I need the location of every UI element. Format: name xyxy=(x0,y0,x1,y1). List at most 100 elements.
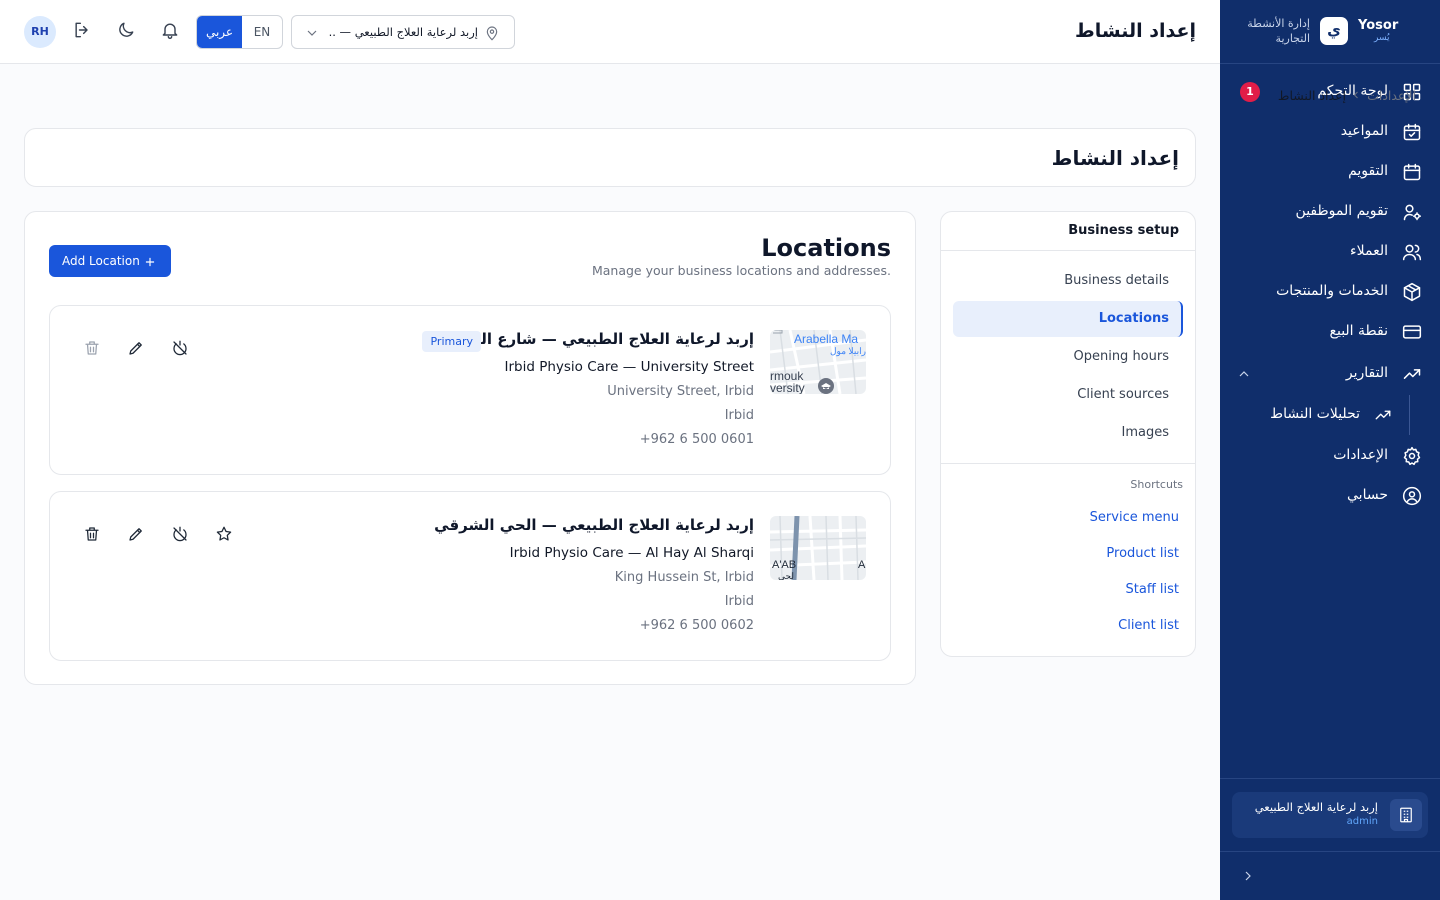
chevron-up-icon[interactable] xyxy=(1236,366,1252,382)
sidebar-item-label: العملاء xyxy=(1350,243,1388,259)
power-off-icon[interactable] xyxy=(171,339,189,357)
business-setup-nav: Business setup Business details Location… xyxy=(940,211,1196,657)
sidebar-item-pos[interactable]: نقطة البيع xyxy=(1220,312,1440,352)
sidebar-item-label: التقويم xyxy=(1348,163,1388,179)
trending-up-icon xyxy=(1402,364,1422,384)
map-thumbnail[interactable]: Arabella Ma ارابيلا مول rmouk versity xyxy=(770,330,866,394)
moon-icon[interactable] xyxy=(116,20,136,40)
setup-item-label: Images xyxy=(1121,425,1170,440)
sidebar-item-settings[interactable]: الإعدادات xyxy=(1220,436,1440,476)
sidebar-item-staff-calendar[interactable]: تقويم الموظفين xyxy=(1220,192,1440,232)
sidebar-item-label: حسابي xyxy=(1347,487,1388,503)
setup-item-label: Opening hours xyxy=(1073,349,1169,364)
sidebar-item-reports[interactable]: التقارير xyxy=(1220,354,1440,394)
map-thumbnail[interactable]: A'AB A لحي xyxy=(770,516,866,580)
locations-subtitle: Manage your business locations and addre… xyxy=(591,263,891,278)
user-circle-icon xyxy=(1402,486,1422,506)
shortcut-client-list[interactable]: Client list xyxy=(1118,618,1179,633)
map-label: A xyxy=(858,559,866,571)
credit-card-icon xyxy=(1402,322,1422,342)
sidebar-item-my-account[interactable]: حسابي xyxy=(1220,476,1440,516)
trash-icon[interactable] xyxy=(83,525,101,543)
map-pin-icon xyxy=(484,25,500,41)
brand-sub: يُسر xyxy=(1374,33,1390,43)
location-name-ar: إربد لرعاية العلاج الطبيعي — شارع الجامع… xyxy=(437,330,754,348)
setup-item-client-sources[interactable]: Client sources xyxy=(953,377,1183,413)
bell-icon[interactable] xyxy=(160,20,180,40)
location-card: Arabella Ma ارابيلا مول rmouk versity إر… xyxy=(49,305,891,475)
shortcut-service-menu[interactable]: Service menu xyxy=(1090,510,1179,525)
setup-item-label: Locations xyxy=(1098,311,1169,326)
breadcrumb: الإعدادات إعداد النشاط xyxy=(1256,88,1416,104)
sidebar-item-appointments[interactable]: المواعيد xyxy=(1220,112,1440,152)
topbar: RH عربي EN إربد لرعاية العلاج الطبيعي — … xyxy=(0,0,1220,64)
shortcuts-heading: Shortcuts xyxy=(1130,478,1183,491)
sidebar-item-label: نقطة البيع xyxy=(1329,323,1388,339)
setup-item-business-details[interactable]: Business details xyxy=(953,263,1183,299)
locations-title: Locations xyxy=(761,234,891,262)
lang-arabic-button[interactable]: عربي xyxy=(197,16,242,48)
sidebar-item-clients[interactable]: العملاء xyxy=(1220,232,1440,272)
sidebar-divider xyxy=(1220,851,1440,852)
calendar-check-icon xyxy=(1402,122,1422,142)
users-icon xyxy=(1402,242,1422,262)
account-role: admin xyxy=(1346,816,1378,827)
breadcrumb-current: إعداد النشاط xyxy=(1277,88,1346,103)
brand-tagline: إدارة الأنشطة التجارية xyxy=(1247,17,1310,45)
pencil-icon[interactable] xyxy=(127,525,145,543)
sidebar-divider xyxy=(1220,778,1440,779)
star-icon[interactable] xyxy=(215,525,233,543)
location-address: King Hussein St, Irbid xyxy=(614,570,754,585)
setup-item-images[interactable]: Images xyxy=(953,415,1183,451)
trash-icon[interactable] xyxy=(83,339,101,357)
location-city: Irbid xyxy=(724,594,754,609)
brand-header: ي Yosor يُسر إدارة الأنشطة التجارية xyxy=(1220,0,1440,64)
pencil-icon[interactable] xyxy=(127,339,145,357)
language-toggle: عربي EN xyxy=(196,15,283,49)
sidebar-item-label: الخدمات والمنتجات xyxy=(1276,283,1388,299)
setup-item-label: Business details xyxy=(1064,273,1169,288)
location-select-value: إربد لرعاية العلاج الطبيعي — ... xyxy=(328,25,478,39)
map-label: لحي xyxy=(778,571,794,580)
locations-panel: Locations Manage your business locations… xyxy=(24,211,916,685)
shortcut-product-list[interactable]: Product list xyxy=(1106,546,1179,561)
chevron-down-icon xyxy=(304,25,320,41)
user-gear-icon xyxy=(1402,202,1422,222)
location-select[interactable]: إربد لرعاية العلاج الطبيعي — ... xyxy=(291,15,515,49)
shortcut-staff-list[interactable]: Staff list xyxy=(1126,582,1180,597)
building-icon xyxy=(1390,799,1422,831)
sidebar-subitem-business-analytics[interactable]: تحليلات النشاط xyxy=(1220,395,1440,435)
calendar-icon xyxy=(1402,162,1422,182)
setup-divider xyxy=(941,463,1195,464)
sidebar-item-label: الإعدادات xyxy=(1333,447,1388,463)
add-location-button[interactable]: Add Location xyxy=(49,245,171,277)
brand-logo[interactable]: ي xyxy=(1320,17,1348,45)
account-business-name: إربد لرعاية العلاج الطبيعي xyxy=(1254,800,1378,814)
power-off-icon[interactable] xyxy=(171,525,189,543)
lang-english-button[interactable]: EN xyxy=(242,16,282,48)
sidebar: ي Yosor يُسر إدارة الأنشطة التجارية لوحة… xyxy=(1220,0,1440,900)
sidebar-subitem-label: تحليلات النشاط xyxy=(1270,406,1360,422)
gear-icon xyxy=(1402,446,1422,466)
plus-icon xyxy=(143,254,157,268)
location-city: Irbid xyxy=(724,408,754,423)
avatar[interactable]: RH xyxy=(24,16,56,48)
add-location-label: Add Location xyxy=(62,254,140,268)
setup-item-locations[interactable]: Locations xyxy=(953,301,1183,337)
location-address: University Street, Irbid xyxy=(607,384,754,399)
map-label: versity xyxy=(770,381,805,394)
map-label: A'AB xyxy=(772,559,796,571)
sidebar-item-services-products[interactable]: الخدمات والمنتجات xyxy=(1220,272,1440,312)
trending-up-icon xyxy=(1374,406,1392,424)
location-name-en: Irbid Physio Care — University Street xyxy=(504,359,755,375)
logout-icon[interactable] xyxy=(72,20,92,40)
location-phone: +962 6 500 0601 xyxy=(639,432,754,447)
account-switcher[interactable]: إربد لرعاية العلاج الطبيعي admin xyxy=(1232,792,1428,838)
setup-item-label: Client sources xyxy=(1077,387,1169,402)
setup-item-opening-hours[interactable]: Opening hours xyxy=(953,339,1183,375)
breadcrumb-settings-link[interactable]: الإعدادات xyxy=(1367,88,1416,103)
chevron-left-icon xyxy=(1350,89,1362,101)
location-name-ar: إربد لرعاية العلاج الطبيعي — الحي الشرقي xyxy=(434,516,754,534)
sidebar-collapse-chevron-icon[interactable] xyxy=(1240,868,1256,884)
sidebar-item-calendar[interactable]: التقويم xyxy=(1220,152,1440,192)
